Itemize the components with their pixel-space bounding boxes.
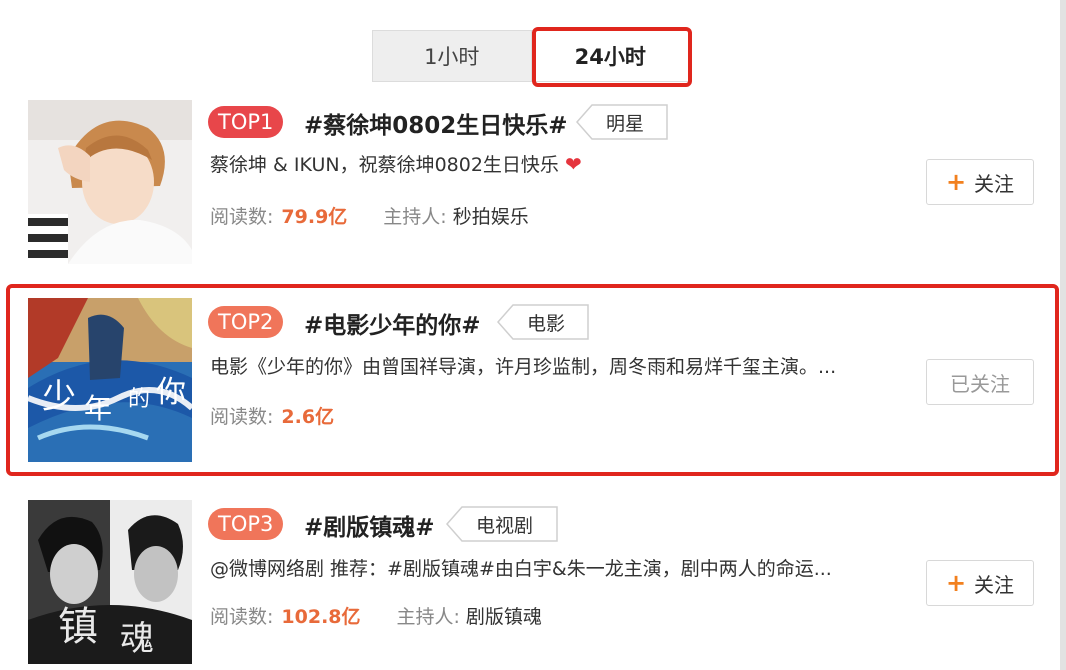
rank-badge: TOP1 (208, 106, 284, 138)
host-label: 主持人: (383, 206, 447, 228)
follow-button-label: 关注 (974, 572, 1015, 597)
category-tag[interactable]: 明星 (576, 104, 668, 140)
topic-row-3[interactable]: 镇 魂 TOP3 #剧版镇魂# 电视剧 @微博网络剧 推荐：#剧版镇魂#由白宇&… (0, 500, 1066, 666)
topic-title[interactable]: #电影少年的你# (304, 306, 481, 340)
host-label: 主持人: (396, 606, 460, 628)
category-tag[interactable]: 电影 (497, 304, 589, 340)
tab-1-hour[interactable]: 1小时 (372, 30, 532, 82)
topic-description: 蔡徐坤 & IKUN，祝蔡徐坤0802生日快乐 ❤ (210, 150, 582, 177)
topic-meta: 阅读数: 2.6亿 (210, 402, 334, 429)
rank-badge: TOP3 (208, 508, 284, 540)
reads-count: 102.8亿 (281, 606, 361, 628)
svg-text:镇: 镇 (58, 604, 98, 650)
topic-thumbnail[interactable] (28, 100, 192, 264)
reads-label: 阅读数: (210, 406, 274, 428)
topic-meta: 阅读数: 79.9亿 主持人: 秒拍娱乐 (210, 202, 529, 229)
host-name[interactable]: 秒拍娱乐 (453, 206, 529, 228)
followed-button-label: 已关注 (950, 371, 1010, 396)
topic-title[interactable]: #蔡徐坤0802生日快乐# (304, 106, 568, 140)
follow-button-label: 关注 (974, 171, 1015, 196)
reads-count: 79.9亿 (281, 206, 348, 228)
followed-button[interactable]: 已关注 (926, 359, 1034, 405)
topic-row-2[interactable]: 少 年 的 你 TOP2 #电影少年的你# 电影 电影《少年的你》由曾国祥导演，… (0, 296, 1066, 462)
plus-icon: + (945, 569, 967, 597)
svg-text:年: 年 (84, 392, 112, 425)
reads-label: 阅读数: (210, 606, 274, 628)
topic-row-1[interactable]: TOP1 #蔡徐坤0802生日快乐# 明星 蔡徐坤 & IKUN，祝蔡徐坤080… (0, 98, 1066, 264)
topic-thumbnail[interactable]: 镇 魂 (28, 500, 192, 664)
rank-badge: TOP2 (208, 306, 284, 338)
svg-text:你: 你 (156, 375, 186, 410)
category-tag-label: 电影 (527, 312, 566, 335)
reads-label: 阅读数: (210, 206, 274, 228)
topic-thumbnail[interactable]: 少 年 的 你 (28, 298, 192, 462)
heart-icon: ❤ (564, 152, 582, 176)
topic-meta: 阅读数: 102.8亿 主持人: 剧版镇魂 (210, 602, 542, 629)
topic-description: @微博网络剧 推荐：#剧版镇魂#由白宇&朱一龙主演，剧中两人的命运... (210, 558, 832, 580)
svg-text:的: 的 (128, 387, 150, 412)
category-tag-label: 明星 (606, 112, 645, 135)
category-tag-label: 电视剧 (476, 514, 534, 537)
svg-text:少: 少 (42, 377, 76, 417)
category-tag[interactable]: 电视剧 (446, 506, 558, 542)
time-range-tabs: 1小时 24小时 (372, 30, 690, 82)
topic-description: 电影《少年的你》由曾国祥导演，许月珍监制，周冬雨和易烊千玺主演。... (210, 356, 837, 378)
follow-button[interactable]: + 关注 (926, 560, 1034, 606)
host-name[interactable]: 剧版镇魂 (466, 606, 542, 628)
topic-description-text: 蔡徐坤 & IKUN，祝蔡徐坤0802生日快乐 (210, 154, 559, 176)
reads-count: 2.6亿 (281, 406, 335, 428)
follow-button[interactable]: + 关注 (926, 159, 1034, 205)
tab-24-hours[interactable]: 24小时 (531, 30, 690, 82)
svg-text:魂: 魂 (120, 619, 154, 659)
topic-title[interactable]: #剧版镇魂# (304, 508, 435, 542)
plus-icon: + (945, 168, 967, 196)
